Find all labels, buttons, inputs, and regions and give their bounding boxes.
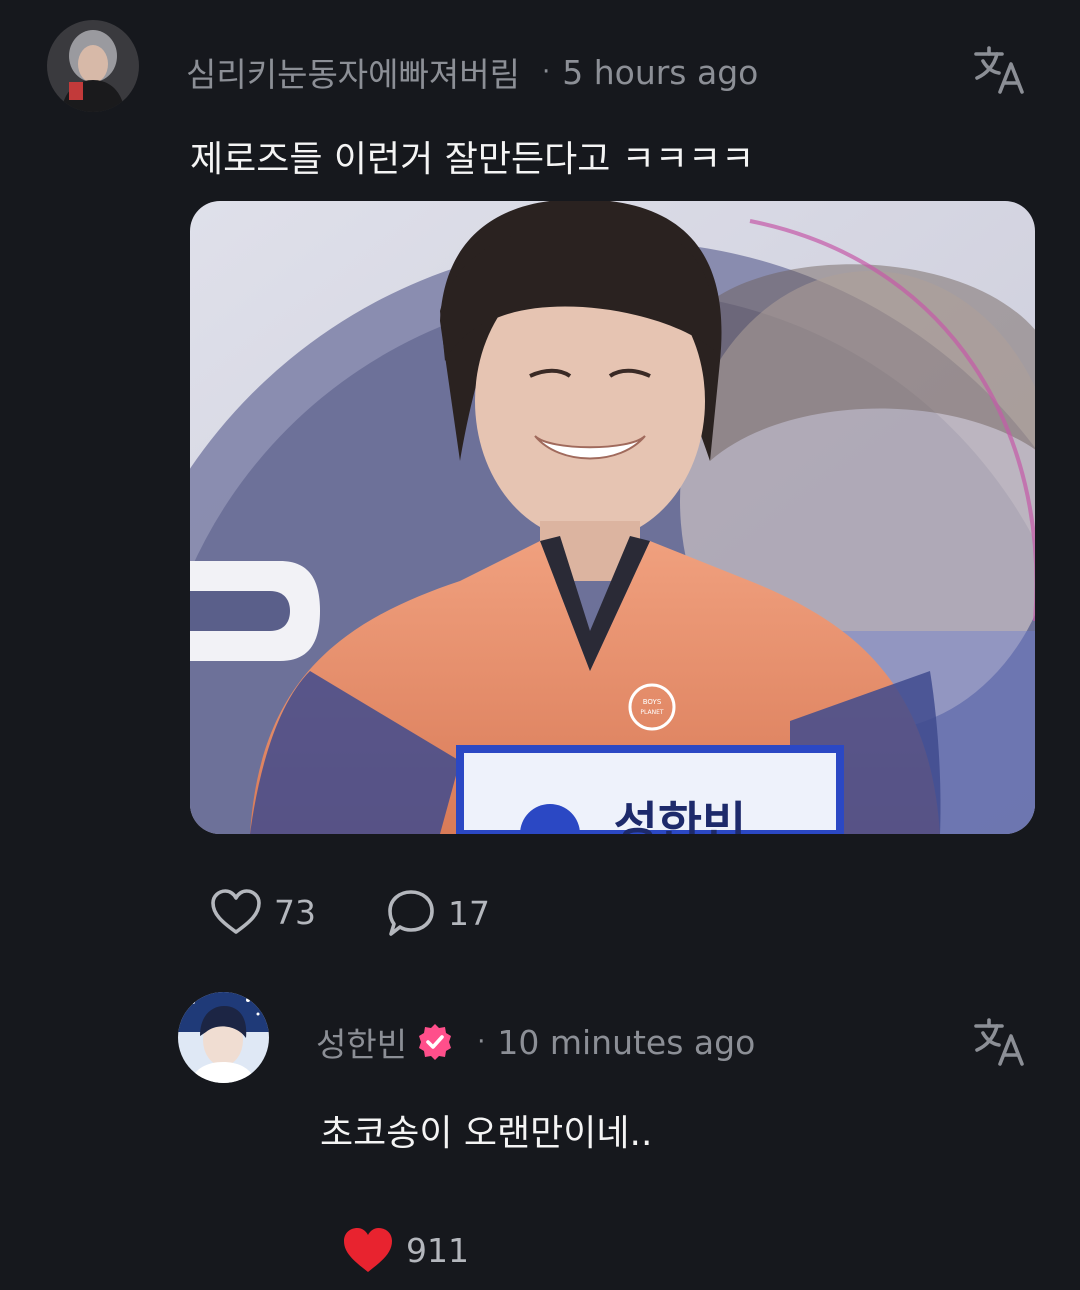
reply-avatar[interactable]: [178, 992, 269, 1083]
comment-image[interactable]: BOYS PLANET 성한빈: [190, 201, 1035, 834]
name-tag-text: 성한빈: [614, 797, 746, 834]
reply-meta: 성한빈 · 10 minutes ago: [316, 1018, 755, 1066]
jersey-logo-text-2: PLANET: [640, 709, 663, 716]
reply-like-count: 911: [406, 1230, 469, 1270]
comment-like-count: 73: [274, 892, 316, 932]
comment-reply-count: 17: [448, 893, 490, 933]
verified-badge-icon: [415, 1022, 455, 1062]
meta-separator: ·: [477, 1027, 486, 1057]
reply-username[interactable]: 성한빈: [316, 1018, 407, 1066]
commenter-username[interactable]: 심리키눈동자에빠져버림: [186, 48, 520, 96]
reply-timestamp: 10 minutes ago: [497, 1022, 756, 1062]
reply-like-button[interactable]: 911: [342, 1226, 469, 1274]
comment-reply-button[interactable]: 17: [386, 888, 490, 938]
reply-text: 초코송이 오랜만이네..: [320, 1113, 653, 1154]
comment-meta: 심리키눈동자에빠져버림 · 5 hours ago: [186, 48, 758, 96]
commenter-avatar[interactable]: [47, 20, 139, 112]
heart-outline-icon: [211, 889, 261, 934]
translate-icon[interactable]: [972, 42, 1028, 98]
comment-bubble-icon: [388, 890, 434, 936]
comment-timestamp: 5 hours ago: [562, 52, 759, 92]
heart-filled-icon: [344, 1228, 392, 1272]
comment-like-button[interactable]: 73: [210, 888, 316, 936]
reply-translate-icon[interactable]: [972, 1014, 1028, 1070]
meta-separator: ·: [541, 57, 551, 87]
comment-text: 제로즈들 이런거 잘만든다고 ㅋㅋㅋㅋ: [190, 139, 755, 180]
jersey-logo-text: BOYS: [643, 698, 662, 706]
